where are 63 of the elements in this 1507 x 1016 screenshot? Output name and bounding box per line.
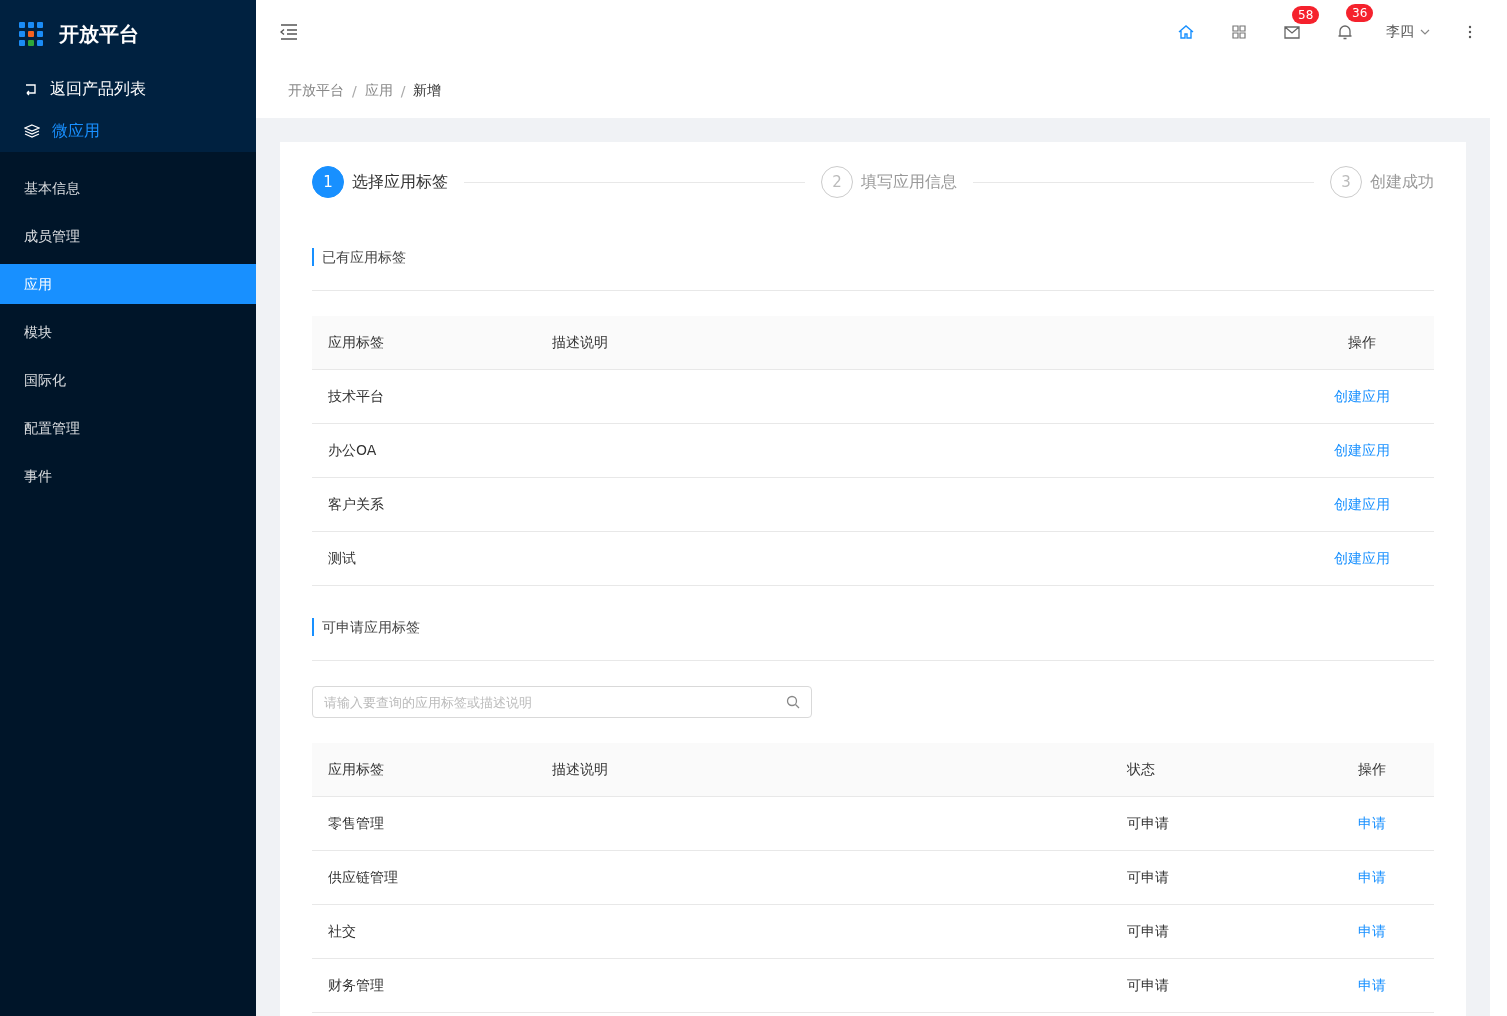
column-header: 操作 <box>1347 333 1377 352</box>
create-app-link[interactable]: 创建应用 <box>1312 387 1412 406</box>
table-cell-text: 可申请 <box>1127 868 1170 887</box>
step-label: 创建成功 <box>1370 171 1434 193</box>
sidebar-item[interactable]: 国际化 <box>0 360 256 400</box>
mail-count-badge: 58 <box>1292 5 1320 24</box>
user-menu[interactable]: 李四 <box>1386 23 1430 41</box>
sidebar-item[interactable]: 模块 <box>0 312 256 352</box>
table-cell-text: 办公OA <box>328 441 378 460</box>
column-header: 描述说明 <box>552 760 609 779</box>
create-app-link[interactable]: 创建应用 <box>1312 549 1412 568</box>
section-title: 可申请应用标签 <box>312 618 420 636</box>
apply-link[interactable]: 申请 <box>1332 814 1412 833</box>
sidebar-item[interactable]: 成员管理 <box>0 216 256 256</box>
sidebar-item[interactable]: 基本信息 <box>0 168 256 208</box>
step-label: 填写应用信息 <box>861 171 957 193</box>
table-cell-text: 可申请 <box>1127 922 1170 941</box>
column-header: 应用标签 <box>328 333 385 352</box>
column-header: 状态 <box>1127 760 1156 779</box>
menu-fold-icon[interactable] <box>280 24 298 40</box>
section-title: 已有应用标签 <box>312 248 406 266</box>
column-header: 应用标签 <box>328 760 385 779</box>
step-number: 1 <box>312 166 344 198</box>
table-cell-text: 供应链管理 <box>328 868 399 887</box>
logo-title: 开放平台 <box>59 20 139 48</box>
breadcrumb-separator: / <box>352 83 357 99</box>
sidebar-item[interactable]: 事件 <box>0 456 256 496</box>
sidebar-item[interactable]: 配置管理 <box>0 408 256 448</box>
product-link[interactable]: 微应用 <box>0 110 256 152</box>
column-header: 操作 <box>1357 760 1387 779</box>
breadcrumb-item[interactable]: 应用 <box>364 82 393 100</box>
mail-icon[interactable] <box>1284 25 1300 39</box>
breadcrumb-item[interactable]: 开放平台 <box>288 82 344 100</box>
back-link[interactable]: 返回产品列表 <box>0 68 256 110</box>
grid-icon[interactable] <box>1232 25 1246 39</box>
table-cell-text: 财务管理 <box>328 976 385 995</box>
search-icon[interactable] <box>786 695 800 709</box>
table-cell-text: 可申请 <box>1127 814 1170 833</box>
more-icon[interactable] <box>1468 25 1472 39</box>
create-app-link[interactable]: 创建应用 <box>1312 441 1412 460</box>
sidebar-item[interactable]: 应用 <box>0 264 256 304</box>
table-cell-text: 客户关系 <box>328 495 385 514</box>
table-cell-text: 社交 <box>328 922 357 941</box>
apply-link[interactable]: 申请 <box>1332 976 1412 995</box>
apply-link[interactable]: 申请 <box>1332 922 1412 941</box>
app-grid-icon[interactable] <box>19 22 43 46</box>
breadcrumb-separator: / <box>400 83 406 99</box>
table-cell-text: 可申请 <box>1127 976 1170 995</box>
table-cell-text: 测试 <box>328 549 357 568</box>
table-cell-text: 技术平台 <box>328 387 385 406</box>
bell-icon[interactable] <box>1338 24 1352 40</box>
step-label: 选择应用标签 <box>352 171 448 193</box>
column-header: 描述说明 <box>552 333 609 352</box>
apply-link[interactable]: 申请 <box>1332 868 1412 887</box>
caret-icon <box>1420 29 1430 35</box>
return-icon <box>24 82 38 96</box>
layers-icon <box>24 124 40 138</box>
table-cell-text: 零售管理 <box>328 814 385 833</box>
home-icon[interactable] <box>1178 24 1194 40</box>
create-app-link[interactable]: 创建应用 <box>1312 495 1412 514</box>
search-field[interactable]: 请输入要查询的应用标签或描述说明 <box>312 686 812 718</box>
breadcrumb-item: 新增 <box>413 82 442 100</box>
notification-count-badge: 36 <box>1346 4 1374 22</box>
